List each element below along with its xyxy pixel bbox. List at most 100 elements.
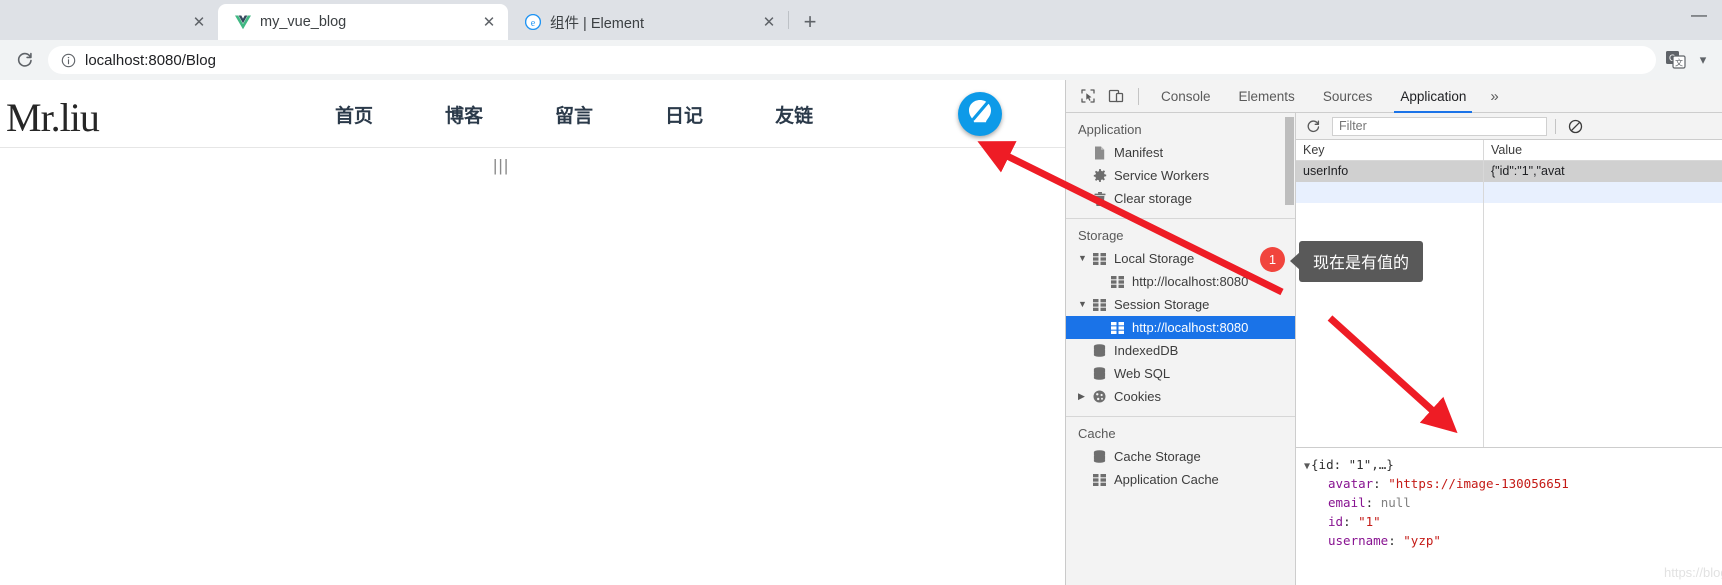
inspect-cursor-icon[interactable] (1074, 83, 1102, 109)
search-input[interactable] (1332, 116, 1547, 136)
sidebar-item-label: Application Cache (1114, 472, 1219, 487)
refresh-icon[interactable] (1302, 115, 1324, 137)
new-tab-button[interactable]: + (795, 7, 825, 37)
tab-title-active: my_vue_blog (260, 14, 347, 30)
sidebar-item-session-storage[interactable]: ▼ Session Storage (1066, 293, 1295, 316)
browser-window: ✕ my_vue_blog ✕ e 组件 | Element ✕ + — loc… (0, 0, 1722, 585)
preview-value-avatar: "https://image-130056651 (1388, 476, 1569, 491)
table-header-row: Key Value (1296, 140, 1722, 161)
clear-prohibited-icon[interactable] (1564, 115, 1586, 137)
sidebar-item-session-storage-origin[interactable]: http://localhost:8080 (1066, 316, 1295, 339)
devtools-body: Application Manifest Service Workers Cle… (1066, 113, 1722, 585)
preview-entry-id: id: "1" (1328, 514, 1381, 529)
more-tabs-button[interactable]: » (1480, 80, 1508, 113)
sidebar-item-service-workers[interactable]: Service Workers (1066, 164, 1295, 187)
value-preview-pane: ▼{id: "1",…} avatar: "https://image-1300… (1296, 447, 1722, 585)
tab-my-vue-blog[interactable]: my_vue_blog ✕ (218, 4, 508, 40)
close-icon[interactable]: ✕ (758, 11, 780, 33)
preview-root-text: {id: "1",…} (1311, 457, 1394, 472)
vue-icon (234, 13, 252, 31)
devtools-sidebar: Application Manifest Service Workers Cle… (1066, 113, 1296, 585)
reload-icon[interactable] (10, 45, 40, 75)
sidebar-item-web-sql[interactable]: Web SQL (1066, 362, 1295, 385)
devtools-storage-pane: Key Value userInfo {"id":"1","avat (1296, 113, 1722, 585)
database-icon (1092, 366, 1107, 381)
tab-console[interactable]: Console (1147, 80, 1225, 113)
device-toolbar-icon[interactable] (1102, 83, 1130, 109)
avatar[interactable] (958, 92, 1002, 136)
database-icon (1092, 449, 1107, 464)
site-header: Mr.liu 首页 博客 留言 日记 友链 (0, 80, 1065, 148)
tab-element-components[interactable]: e 组件 | Element ✕ (508, 4, 788, 40)
chevron-down-icon[interactable]: ▾ (1694, 52, 1712, 68)
table-row-empty[interactable] (1296, 182, 1722, 203)
sidebar-item-label: Web SQL (1114, 366, 1171, 381)
sidebar-item-label: Cache Storage (1114, 449, 1201, 464)
nav-item-blog[interactable]: 博客 (445, 101, 483, 128)
url-text: localhost:8080/Blog (85, 51, 216, 69)
sidebar-item-label: IndexedDB (1114, 343, 1179, 358)
close-icon[interactable]: ✕ (188, 11, 210, 33)
preview-value-id: "1" (1358, 514, 1381, 529)
column-header-key[interactable]: Key (1296, 140, 1484, 160)
info-icon[interactable] (60, 52, 76, 68)
sidebar-item-application-cache[interactable]: Application Cache (1066, 468, 1295, 491)
chevron-right-icon[interactable]: ▶ (1078, 391, 1085, 402)
tab-sources[interactable]: Sources (1309, 80, 1387, 113)
sidebar-item-label: Session Storage (1114, 297, 1210, 312)
chevron-down-icon[interactable]: ▼ (1078, 253, 1087, 263)
preview-entry-avatar: avatar: "https://image-130056651 (1328, 476, 1569, 491)
preview-entry-email: email: null (1328, 495, 1411, 510)
nav-item-message[interactable]: 留言 (555, 101, 593, 128)
tab-divider (788, 11, 789, 29)
gear-icon (1092, 168, 1107, 183)
preview-key-avatar: avatar (1328, 476, 1374, 491)
sidebar-scrollbar[interactable] (1285, 117, 1294, 205)
preview-key-email: email (1328, 495, 1366, 510)
watermark: https://blog.csdn.net/grd_java (1664, 565, 1722, 580)
trash-icon (1092, 191, 1107, 206)
sidebar-section-application: Application (1078, 122, 1142, 137)
tab-strip: ✕ my_vue_blog ✕ e 组件 | Element ✕ + — (0, 0, 1722, 40)
window-controls: — (1582, 0, 1722, 40)
nav-item-links[interactable]: 友链 (775, 101, 813, 128)
chevron-down-icon[interactable]: ▼ (1078, 299, 1087, 309)
cell-value: {"id":"1","avat (1484, 161, 1722, 182)
preview-root-line[interactable]: ▼{id: "1",…} (1296, 455, 1722, 474)
sidebar-item-clear-storage[interactable]: Clear storage (1066, 187, 1295, 210)
column-header-value[interactable]: Value (1484, 140, 1722, 160)
nav-item-diary[interactable]: 日记 (665, 101, 703, 128)
tab-partial[interactable]: ✕ (0, 4, 218, 40)
storage-filter-bar (1296, 113, 1722, 140)
storage-table-icon (1092, 472, 1107, 487)
site-logo[interactable]: Mr.liu (6, 94, 100, 141)
address-bar[interactable]: localhost:8080/Blog (48, 46, 1656, 74)
sidebar-item-indexeddb[interactable]: IndexedDB (1066, 339, 1295, 362)
database-icon (1092, 343, 1107, 358)
sidebar-item-label: http://localhost:8080 (1132, 274, 1249, 289)
table-row[interactable]: userInfo {"id":"1","avat (1296, 161, 1722, 182)
preview-key-username: username (1328, 533, 1389, 548)
scroll-up-arrow-icon[interactable]: ▲ (1285, 113, 1294, 114)
page-body: ||| (0, 148, 1065, 585)
sidebar-item-label: Local Storage (1114, 251, 1195, 266)
storage-table-icon (1110, 320, 1125, 335)
cell-value-empty (1484, 182, 1722, 203)
devtools-panel: Console Elements Sources Application » A… (1065, 80, 1722, 585)
tab-application[interactable]: Application (1386, 80, 1480, 113)
nav-item-home[interactable]: 首页 (335, 101, 373, 128)
close-icon[interactable]: ✕ (478, 11, 500, 33)
filter-divider (1555, 118, 1556, 134)
chevron-down-icon[interactable]: ▼ (1304, 461, 1310, 472)
sidebar-item-manifest[interactable]: Manifest (1066, 141, 1295, 164)
sidebar-item-cookies[interactable]: ▶ Cookies (1066, 385, 1295, 408)
tab-elements[interactable]: Elements (1225, 80, 1309, 113)
sidebar-section-storage: Storage (1078, 228, 1124, 243)
storage-table: Key Value userInfo {"id":"1","avat (1296, 140, 1722, 203)
drag-handle[interactable]: ||| (493, 156, 509, 176)
element-icon: e (524, 13, 542, 31)
sidebar-item-cache-storage[interactable]: Cache Storage (1066, 445, 1295, 468)
translate-icon[interactable]: G 文 (1664, 48, 1688, 72)
minimize-button[interactable]: — (1676, 0, 1722, 32)
sidebar-item-local-storage-origin[interactable]: http://localhost:8080 (1066, 270, 1295, 293)
